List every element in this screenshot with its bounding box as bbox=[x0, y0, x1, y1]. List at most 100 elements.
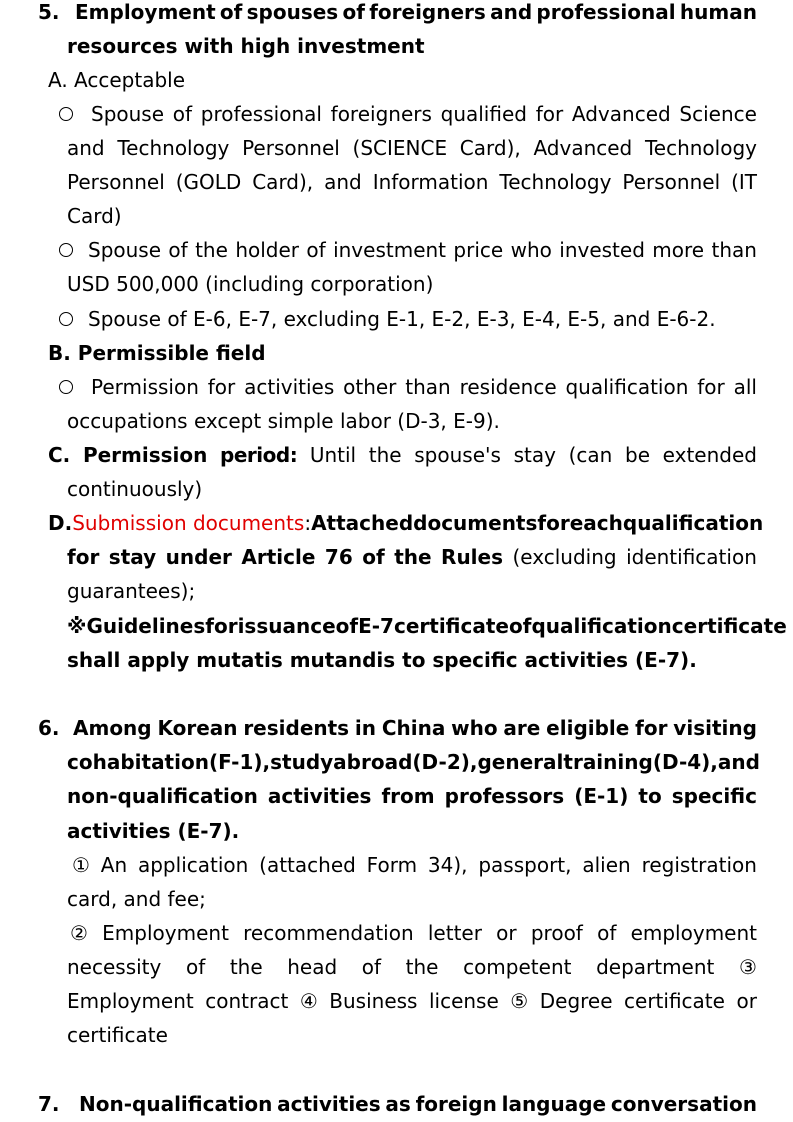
word: E-7 bbox=[358, 614, 394, 638]
section-7-line-1: Non-qualification activities as foreign lang… bbox=[79, 1087, 757, 1121]
bullet-circle-icon bbox=[59, 97, 82, 131]
word: abroad bbox=[333, 750, 413, 774]
b-item-1-line-1: Permission for activities other than residenc… bbox=[91, 370, 757, 404]
word: passport, bbox=[478, 853, 572, 877]
word: issuance bbox=[237, 614, 336, 638]
word: (F-1), bbox=[208, 750, 271, 774]
word: activities bbox=[244, 375, 335, 399]
word: Card), bbox=[459, 136, 521, 160]
word: for bbox=[697, 375, 725, 399]
word: Card), bbox=[252, 170, 314, 194]
word: letter bbox=[427, 921, 482, 945]
word: Attached bbox=[311, 511, 414, 535]
word: identification bbox=[626, 545, 757, 569]
word: (D-4), bbox=[652, 750, 718, 774]
word: (attached bbox=[259, 853, 356, 877]
d-red-heading: Submission documents: bbox=[72, 511, 312, 535]
word: for bbox=[67, 545, 100, 569]
word: Advanced bbox=[571, 102, 671, 126]
d-line-3: guarantees); bbox=[67, 579, 196, 603]
word: (D-2), bbox=[412, 750, 478, 774]
word: China bbox=[381, 716, 446, 740]
word: residents bbox=[243, 716, 350, 740]
word: extended bbox=[662, 443, 757, 467]
d-line-1: D. Submission documents: Attached documen… bbox=[48, 506, 763, 540]
word: for bbox=[537, 511, 570, 535]
word: competent bbox=[463, 955, 572, 979]
word: ※ bbox=[67, 614, 87, 638]
word: the bbox=[368, 443, 402, 467]
docs-line-1: ① An application (attached Form 34), passport,… bbox=[72, 848, 757, 882]
word: foreigners bbox=[369, 0, 486, 24]
word: residence bbox=[459, 375, 557, 399]
word: professors bbox=[444, 784, 565, 808]
word: Among bbox=[73, 716, 152, 740]
c-head-word-2: period: bbox=[220, 443, 298, 467]
word: all bbox=[733, 375, 757, 399]
word: general bbox=[477, 750, 564, 774]
word: in bbox=[354, 716, 376, 740]
word: than bbox=[711, 238, 757, 262]
word: Technology bbox=[644, 136, 757, 160]
word: training bbox=[563, 750, 653, 774]
word: non-qualification bbox=[67, 784, 258, 808]
word: Article bbox=[241, 545, 316, 569]
word: Non-qualification bbox=[79, 1092, 273, 1116]
word: more bbox=[652, 238, 705, 262]
word: of bbox=[306, 238, 326, 262]
section-6-line-2: cohabitation (F-1), study abroad (D-2), gener… bbox=[67, 745, 760, 779]
word: Korean bbox=[157, 716, 238, 740]
word: contract bbox=[205, 989, 289, 1013]
document-page: { "s5": { "num": "5.", "title_l1": ["Emp… bbox=[0, 0, 793, 1122]
word: Guidelines bbox=[86, 614, 206, 638]
word: 76 bbox=[324, 545, 353, 569]
subheading-b: B. Permissible field bbox=[48, 341, 266, 365]
word: 34), bbox=[427, 853, 468, 877]
word: (excluding bbox=[512, 545, 617, 569]
word: professional bbox=[536, 0, 676, 24]
word: for bbox=[535, 102, 564, 126]
word: qualification bbox=[531, 614, 672, 638]
word: Personnel bbox=[242, 136, 340, 160]
word: license bbox=[428, 989, 499, 1013]
word: (GOLD bbox=[175, 170, 242, 194]
word: (can bbox=[568, 443, 613, 467]
word: and bbox=[67, 136, 105, 160]
bullet-circle-icon bbox=[59, 233, 82, 267]
section-6-line-3: non-qualification activities from professor… bbox=[67, 779, 757, 813]
word: qualification bbox=[565, 375, 689, 399]
word: registration bbox=[641, 853, 757, 877]
word: Science bbox=[679, 102, 757, 126]
word: price bbox=[453, 238, 504, 262]
word: alien bbox=[582, 853, 631, 877]
word: are bbox=[503, 716, 541, 740]
word: the bbox=[405, 955, 439, 979]
word: Employment bbox=[75, 0, 216, 24]
bullet-circle-icon bbox=[59, 302, 82, 336]
word: than bbox=[405, 375, 451, 399]
word: of bbox=[361, 955, 382, 979]
c-head-word-1: Permission bbox=[82, 443, 208, 467]
word: who bbox=[451, 716, 498, 740]
word: employment bbox=[630, 921, 757, 945]
word: foreigners bbox=[330, 102, 432, 126]
word: (SCIENCE bbox=[352, 136, 448, 160]
docs-line-5: Employment contract ④ Business license ⑤ Degre… bbox=[67, 984, 757, 1018]
word: who bbox=[510, 238, 552, 262]
word: Rules bbox=[441, 545, 504, 569]
word: of bbox=[362, 545, 385, 569]
word: head bbox=[287, 955, 338, 979]
word: Personnel bbox=[67, 170, 165, 194]
word: spouses bbox=[246, 0, 339, 24]
c-line-1: C. Permission period: Until the spouse's st… bbox=[48, 438, 757, 472]
word: conversation bbox=[610, 1092, 757, 1116]
word: of bbox=[219, 0, 243, 24]
word: ④ bbox=[299, 989, 318, 1013]
a-item-2-line-2: USD 500,000 (including corporation) bbox=[67, 272, 434, 296]
word: proof bbox=[530, 921, 583, 945]
word: ① bbox=[72, 853, 90, 877]
word: Until bbox=[309, 443, 357, 467]
section-5-title-line-2: resources with high investment bbox=[67, 34, 425, 58]
word: foreign bbox=[415, 1092, 497, 1116]
section-6-line-4: activities (E-7). bbox=[67, 819, 240, 843]
